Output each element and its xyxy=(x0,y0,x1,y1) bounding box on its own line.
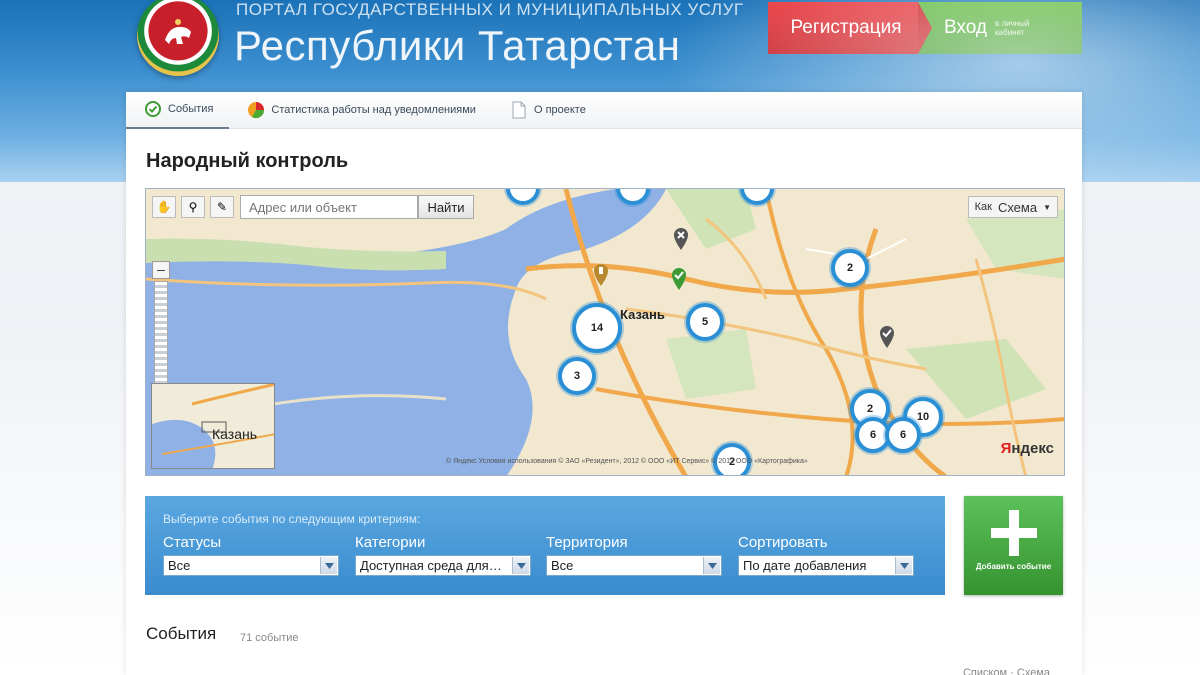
minimap-city-label: Казань xyxy=(212,426,258,442)
view-mode-links[interactable]: Списком · Схема xyxy=(963,667,1050,675)
territory-select[interactable]: Все xyxy=(546,555,722,576)
map-cluster[interactable]: 5 xyxy=(686,303,724,341)
map-search-input[interactable] xyxy=(240,195,418,219)
tab-statistics[interactable]: Статистика работы над уведомлениями xyxy=(229,92,492,129)
login-sublabel: в личный кабинет xyxy=(994,19,1030,37)
overview-minimap[interactable]: Казань xyxy=(151,383,275,469)
cluster-count: 2 xyxy=(846,262,854,274)
hand-icon: ✋ xyxy=(156,200,172,214)
filter-label: Сортировать xyxy=(738,534,828,551)
select-value: Доступная среда для… xyxy=(360,558,502,573)
tab-bar: События Статистика работы над уведомлени… xyxy=(126,92,1082,129)
add-event-button[interactable]: Добавить событие xyxy=(964,496,1063,595)
tatarstan-emblem-icon[interactable] xyxy=(137,0,219,76)
map-type-prefix: Как xyxy=(974,201,992,213)
select-value: Все xyxy=(168,558,191,573)
map-type-value: Схема xyxy=(997,199,1038,215)
portal-title: Республики Татарстан xyxy=(234,22,681,69)
tab-events[interactable]: События xyxy=(126,92,230,129)
filter-panel: Выберите события по следующим критериям:… xyxy=(145,496,945,595)
content-panel: События Статистика работы над уведомлени… xyxy=(126,92,1082,675)
cluster-count: 10 xyxy=(916,411,930,423)
cluster-count: 14 xyxy=(590,322,604,334)
filter-label: Статусы xyxy=(163,534,222,551)
tab-label: О проекте xyxy=(533,104,586,116)
filter-hint: Выберите события по следующим критериям: xyxy=(163,512,421,526)
filter-territory: Территория Все xyxy=(546,534,722,576)
cluster-count: 6 xyxy=(869,429,877,441)
status-select[interactable]: Все xyxy=(163,555,339,576)
hand-tool-button[interactable]: ✋ xyxy=(152,196,176,218)
ruler-icon: ✎ xyxy=(216,200,228,214)
events-heading: События xyxy=(146,624,217,643)
yandex-logo-rest: ндекс xyxy=(1011,440,1054,457)
map-cluster[interactable]: 3 xyxy=(558,357,596,395)
chevron-down-icon xyxy=(895,557,912,574)
map-pin-pending-icon[interactable] xyxy=(592,263,610,287)
map-pin-resolved-icon[interactable] xyxy=(670,267,688,291)
filter-category: Категории Доступная среда для… xyxy=(355,534,531,576)
map-copyright: © Яндекс Условия использования © ЗАО «Ре… xyxy=(446,458,808,465)
zoom-out-button[interactable]: – xyxy=(152,261,170,279)
plus-icon xyxy=(991,510,1037,556)
map-pin-resolved-icon[interactable] xyxy=(878,325,896,349)
map-cluster[interactable]: 2 xyxy=(831,249,869,287)
magnifier-icon: ⚲ xyxy=(188,200,198,214)
events-count: 71 событие xyxy=(240,632,299,644)
filter-label: Территория xyxy=(546,534,628,551)
zoom-slider[interactable] xyxy=(154,281,168,389)
arrow-divider-icon xyxy=(918,2,932,54)
tab-label: События xyxy=(168,103,214,115)
document-icon xyxy=(510,101,528,119)
page-title: Народный контроль xyxy=(146,150,349,172)
portal-subtitle: ПОРТАЛ ГОСУДАРСТВЕННЫХ И МУНИЦИПАЛЬНЫХ У… xyxy=(236,0,744,19)
pie-chart-icon xyxy=(247,101,265,119)
tab-about[interactable]: О проекте xyxy=(492,92,602,129)
map-pin-rejected-icon[interactable] xyxy=(672,227,690,251)
register-button[interactable]: Регистрация xyxy=(768,2,924,54)
map-cluster[interactable]: 6 xyxy=(885,417,921,453)
snow-leopard-icon xyxy=(165,19,191,44)
chevron-down-icon xyxy=(703,557,720,574)
tab-label: Статистика работы над уведомлениями xyxy=(271,104,476,116)
map-widget[interactable]: ✋ ⚲ ✎ Найти Как Схема ▼ – Казань Казань … xyxy=(145,188,1065,476)
sort-select[interactable]: По дате добавления xyxy=(738,555,914,576)
yandex-logo-brand: Я xyxy=(1000,440,1012,457)
chevron-down-icon xyxy=(320,557,337,574)
city-label: Казань xyxy=(620,307,665,322)
ruler-tool-button[interactable]: ✎ xyxy=(210,196,234,218)
select-value: По дате добавления xyxy=(743,558,867,573)
filter-status: Статусы Все xyxy=(163,534,339,576)
add-event-label: Добавить событие xyxy=(975,562,1052,571)
cluster-count: 3 xyxy=(573,370,581,382)
filter-label: Категории xyxy=(355,534,426,551)
filter-sort: Сортировать По дате добавления xyxy=(738,534,914,576)
yandex-logo: Яндекс xyxy=(1001,440,1054,457)
login-button[interactable]: Вход в личный кабинет xyxy=(918,2,1082,54)
check-circle-icon xyxy=(144,100,162,118)
chevron-down-icon xyxy=(512,557,529,574)
map-cluster[interactable]: 14 xyxy=(572,303,622,353)
login-label: Вход xyxy=(944,17,987,38)
cluster-count: 2 xyxy=(866,403,874,415)
cluster-count: 5 xyxy=(701,316,709,328)
map-find-button[interactable]: Найти xyxy=(418,195,474,219)
select-value: Все xyxy=(551,558,574,573)
cluster-count: 6 xyxy=(899,429,907,441)
category-select[interactable]: Доступная среда для… xyxy=(355,555,531,576)
zoom-tool-button[interactable]: ⚲ xyxy=(181,196,205,218)
chevron-down-icon: ▼ xyxy=(1043,202,1051,212)
map-type-selector[interactable]: Как Схема ▼ xyxy=(967,196,1058,218)
